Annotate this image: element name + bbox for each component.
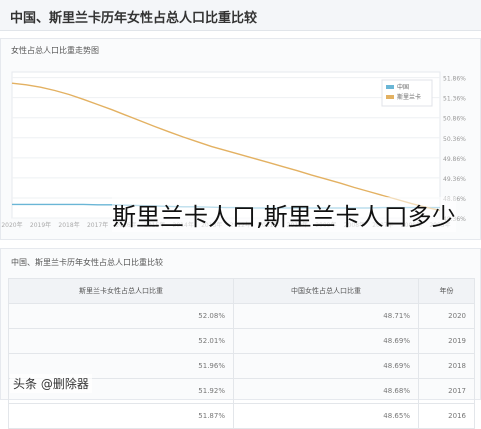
y-tick-label: 51.86% [443,76,466,83]
cell-srilanka: 52.08% [8,303,234,329]
x-tick-label: 2019年 [30,221,51,229]
cell-year: 2016 [418,403,475,429]
y-tick-label: 49.86% [443,156,466,163]
y-tick-label: 51.36% [443,96,466,103]
column-header-year: 年份 [418,278,475,304]
overlay-caption: 斯里兰卡人口,斯里兰卡人口多少 [112,197,456,232]
table-row: 51.87% 48.65% 2016 [8,403,475,429]
legend-swatch [386,85,394,89]
table-header-row: 斯里兰卡女性占总人口比重 中国女性占总人口比重 年份 [8,278,475,304]
data-table: 斯里兰卡女性占总人口比重 中国女性占总人口比重 年份 52.08% 48.71%… [8,278,475,429]
cell-china: 48.65% [233,403,419,429]
cell-year: 2019 [418,328,475,354]
header-bar: 中国、斯里兰卡历年女性占总人口比重比较 [0,0,481,31]
cell-china: 48.69% [233,353,419,379]
page-title: 中国、斯里兰卡历年女性占总人口比重比较 [10,11,258,26]
column-header-china: 中国女性占总人口比重 [233,278,419,304]
cell-srilanka: 51.87% [8,403,234,429]
x-tick-label: 2018年 [58,221,79,229]
table-panel-title: 中国、斯里兰卡历年女性占总人口比重比较 [11,258,163,267]
column-header-srilanka: 斯里兰卡女性占总人口比重 [8,278,234,304]
cell-china: 48.71% [233,303,419,329]
y-tick-label: 50.86% [443,116,466,123]
cell-srilanka: 52.01% [8,328,234,354]
legend-label: 中国 [397,83,409,91]
watermark: 头条 @删除器 [10,374,92,393]
cell-year: 2020 [418,303,475,329]
y-tick-label: 50.36% [443,136,466,143]
chart-panel-title: 女性占总人口比重走势图 [11,46,99,55]
table-row: 52.08% 48.71% 2020 [8,303,475,329]
x-tick-label: 2020年 [1,221,22,229]
table-row: 52.01% 48.69% 2019 [8,328,475,354]
legend-label: 斯里兰卡 [397,93,421,101]
cell-year: 2018 [418,353,475,379]
legend-swatch [386,95,394,99]
x-tick-label: 2017年 [87,221,108,229]
cell-china: 48.69% [233,328,419,354]
y-tick-label: 49.36% [443,176,466,183]
